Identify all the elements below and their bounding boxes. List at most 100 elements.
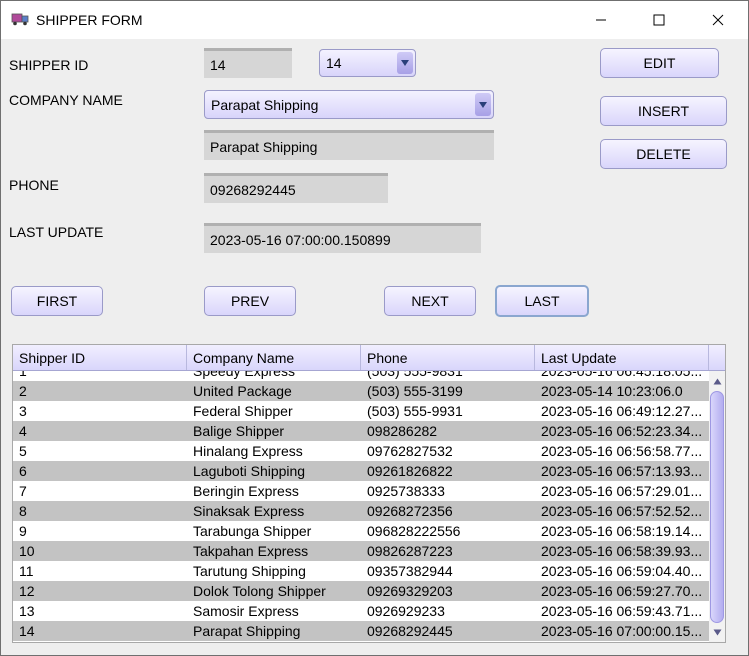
table-row[interactable]: 6 Laguboti Shipping 09261826822 2023-05-16 … [13,461,709,481]
cell-last-update: 2023-05-14 10:23:06.0 [541,383,683,399]
cell-shipper-id: 4 [19,423,27,439]
shipper-form-window: SHIPPER FORM SHIPPER ID 14 14 COMPANY NA… [0,0,749,656]
cell-last-update: 2023-05-16 06:59:27.70... [541,583,703,599]
cell-company-name: Hinalang Express [193,443,303,459]
title-bar[interactable]: SHIPPER FORM [1,1,748,39]
company-name-combo[interactable]: Parapat Shipping [204,90,494,119]
cell-shipper-id: 12 [19,583,35,599]
edit-button[interactable]: EDIT [600,48,719,78]
table-rows: 1 Speedy Express (503) 555-9831 2023-05-16 … [13,371,709,641]
cell-shipper-id: 10 [19,543,35,559]
cell-shipper-id: 2 [19,383,27,399]
cell-phone: (503) 555-3199 [367,383,463,399]
cell-phone: 09268292445 [367,623,453,639]
cell-phone: (503) 555-9931 [367,403,463,419]
phone-field[interactable]: 09268292445 [204,173,388,203]
cell-company-name: Balige Shipper [193,423,285,439]
cell-phone: 09762827532 [367,443,453,459]
table-row[interactable]: 10 Takpahan Express 09826287223 2023-05-16 … [13,541,709,561]
cell-shipper-id: 1 [19,371,27,379]
cell-phone: 09826287223 [367,543,453,559]
dropdown-arrow-button[interactable] [397,52,413,74]
cell-company-name: Sinaksak Express [193,503,305,519]
cell-shipper-id: 9 [19,523,27,539]
table-row[interactable]: 2 United Package (503) 555-3199 2023-05-14 … [13,381,709,401]
cell-phone: 0926929233 [367,603,445,619]
last-button[interactable]: LAST [495,285,589,317]
cell-last-update: 2023-05-16 06:58:39.93... [541,543,703,559]
cell-shipper-id: 5 [19,443,27,459]
next-button[interactable]: NEXT [384,286,476,316]
chevron-down-icon [713,629,721,635]
cell-last-update: 2023-05-16 06:49:12.27... [541,403,703,419]
dropdown-arrow-button[interactable] [475,93,491,116]
cell-last-update: 2023-05-16 06:45:18.05... [541,371,703,379]
chevron-down-icon [401,60,409,66]
cell-shipper-id: 6 [19,463,27,479]
phone-label: PHONE [9,177,59,193]
insert-button[interactable]: INSERT [600,96,727,126]
shipper-id-combo-value: 14 [326,55,342,71]
scrollbar-thumb[interactable] [710,391,724,623]
cell-phone: 09269329203 [367,583,453,599]
window-title: SHIPPER FORM [36,12,143,28]
delete-button[interactable]: DELETE [600,139,727,169]
minimize-icon [596,19,606,21]
cell-last-update: 2023-05-16 06:58:19.14... [541,523,703,539]
table-row[interactable]: 1 Speedy Express (503) 555-9831 2023-05-16 … [13,371,709,381]
cell-shipper-id: 3 [19,403,27,419]
cell-company-name: Beringin Express [193,483,299,499]
cell-phone: 09268272356 [367,503,453,519]
shipper-id-label: SHIPPER ID [9,57,89,73]
cell-company-name: Laguboti Shipping [193,463,306,479]
cell-last-update: 2023-05-16 06:57:13.93... [541,463,703,479]
cell-phone: 0925738333 [367,483,445,499]
last-update-label: LAST UPDATE [9,224,104,240]
table-row[interactable]: 7 Beringin Express 0925738333 2023-05-16 06… [13,481,709,501]
table-row[interactable]: 14 Parapat Shipping 09268292445 2023-05-16 … [13,621,709,641]
company-name-field[interactable]: Parapat Shipping [204,130,494,160]
column-header-phone[interactable]: Phone [361,345,535,370]
cell-company-name: Tarabunga Shipper [193,523,312,539]
table-row[interactable]: 11 Tarutung Shipping 09357382944 2023-05-16… [13,561,709,581]
prev-button[interactable]: PREV [204,286,296,316]
scroll-up-button[interactable] [709,373,725,389]
maximize-icon [653,14,665,26]
chevron-down-icon [479,101,487,108]
cell-last-update: 2023-05-16 06:56:58.77... [541,443,703,459]
column-header-company-name[interactable]: Company Name [187,345,361,370]
cell-shipper-id: 11 [19,563,34,579]
cell-shipper-id: 14 [19,623,35,639]
cell-company-name: Speedy Express [193,371,295,379]
cell-last-update: 2023-05-16 06:57:52.52... [541,503,703,519]
table-body: 1 Speedy Express (503) 555-9831 2023-05-16 … [13,371,709,642]
company-name-label: COMPANY NAME [9,92,123,108]
cell-company-name: Samosir Express [193,603,299,619]
cell-last-update: 2023-05-16 06:52:23.34... [541,423,703,439]
close-button[interactable] [689,1,747,39]
scroll-down-button[interactable] [709,624,725,640]
vertical-scrollbar[interactable] [709,371,725,642]
cell-company-name: Dolok Tolong Shipper [193,583,326,599]
first-button[interactable]: FIRST [11,286,103,316]
table-row[interactable]: 4 Balige Shipper 098286282 2023-05-16 06:52… [13,421,709,441]
shipper-id-combo[interactable]: 14 [319,49,416,77]
shipper-table[interactable]: Shipper ID Company Name Phone Last Updat… [12,344,726,643]
last-update-field[interactable]: 2023-05-16 07:00:00.150899 [204,223,481,253]
table-header: Shipper ID Company Name Phone Last Updat… [13,345,725,371]
chevron-up-icon [713,378,721,384]
maximize-button[interactable] [630,1,688,39]
table-row[interactable]: 5 Hinalang Express 09762827532 2023-05-16 0… [13,441,709,461]
shipper-id-field[interactable]: 14 [204,48,292,78]
table-row[interactable]: 13 Samosir Express 0926929233 2023-05-16 06… [13,601,709,621]
table-row[interactable]: 12 Dolok Tolong Shipper 09269329203 2023-05… [13,581,709,601]
table-row[interactable]: 8 Sinaksak Express 09268272356 2023-05-16 0… [13,501,709,521]
table-row[interactable]: 3 Federal Shipper (503) 555-9931 2023-05-16… [13,401,709,421]
minimize-button[interactable] [572,1,630,39]
cell-last-update: 2023-05-16 06:57:29.01... [541,483,703,499]
table-row[interactable]: 9 Tarabunga Shipper 096828222556 2023-05-16… [13,521,709,541]
close-icon [712,14,724,26]
column-header-last-update[interactable]: Last Update [535,345,709,370]
column-header-shipper-id[interactable]: Shipper ID [13,345,187,370]
cell-phone: 09261826822 [367,463,453,479]
